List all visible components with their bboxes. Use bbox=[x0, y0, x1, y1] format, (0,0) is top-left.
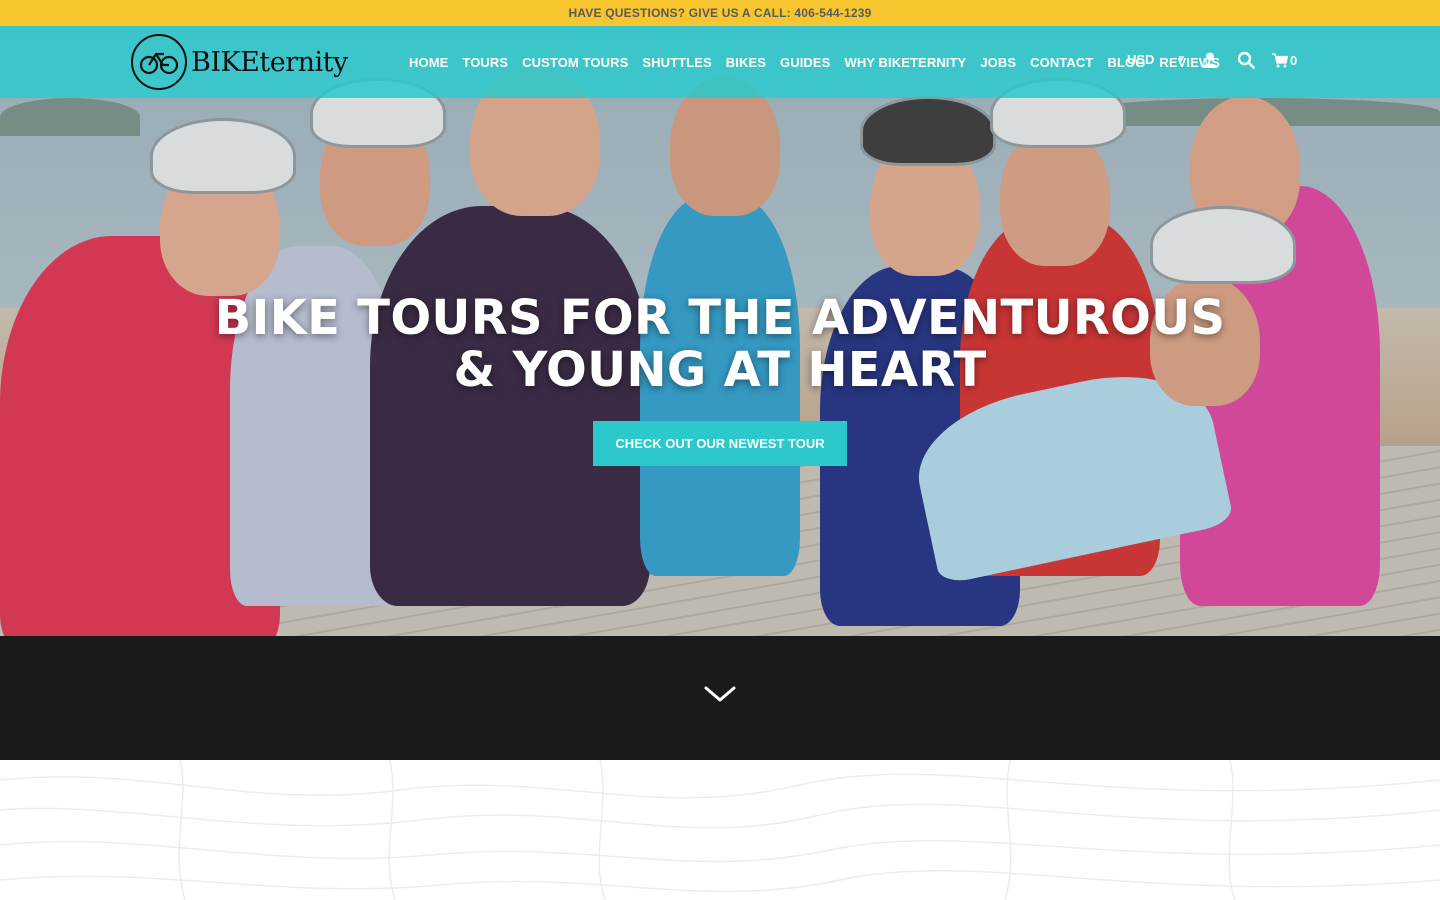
bicycle-logo-icon bbox=[131, 34, 187, 90]
nav-item-shuttles[interactable]: SHUTTLES bbox=[642, 55, 711, 70]
cart-count: 0 bbox=[1290, 52, 1298, 68]
currency-value: USD bbox=[1127, 52, 1155, 67]
search-icon[interactable] bbox=[1236, 50, 1256, 70]
scroll-down-chevron-icon[interactable] bbox=[702, 682, 738, 706]
hero-title: BIKE TOURS FOR THE ADVENTUROUS & YOUNG A… bbox=[0, 292, 1440, 396]
announcement-text: HAVE QUESTIONS? GIVE US A CALL: 406-544-… bbox=[568, 6, 872, 20]
site-logo[interactable]: BIKEternity bbox=[131, 34, 348, 90]
nav-item-bikes[interactable]: BIKES bbox=[726, 55, 766, 70]
announcement-bar: HAVE QUESTIONS? GIVE US A CALL: 406-544-… bbox=[0, 0, 1440, 26]
nav-item-custom-tours[interactable]: CUSTOM TOURS bbox=[522, 55, 628, 70]
nav-item-jobs[interactable]: JOBS bbox=[980, 55, 1016, 70]
currency-selector[interactable]: USD ▼ bbox=[1127, 52, 1186, 67]
topographic-section bbox=[0, 760, 1440, 900]
hero-title-line-1: BIKE TOURS FOR THE ADVENTUROUS bbox=[214, 290, 1226, 346]
logo-text: BIKEternity bbox=[191, 46, 348, 78]
main-nav: HOME TOURS CUSTOM TOURS SHUTTLES BIKES G… bbox=[402, 26, 1227, 98]
topographic-pattern bbox=[0, 760, 1440, 900]
nav-item-why-biketernity[interactable]: WHY BIKETERNITY bbox=[844, 55, 966, 70]
header-utilities: 0 bbox=[1200, 50, 1297, 70]
cart-button[interactable]: 0 bbox=[1272, 50, 1297, 70]
cart-icon bbox=[1272, 52, 1288, 67]
newest-tour-button[interactable]: CHECK OUT OUR NEWEST TOUR bbox=[593, 421, 847, 466]
nav-item-tours[interactable]: TOURS bbox=[462, 55, 508, 70]
nav-item-home[interactable]: HOME bbox=[409, 55, 448, 70]
user-icon[interactable] bbox=[1200, 50, 1220, 70]
nav-item-guides[interactable]: GUIDES bbox=[780, 55, 830, 70]
hero-title-line-2: & YOUNG AT HEART bbox=[453, 342, 987, 398]
nav-item-contact[interactable]: CONTACT bbox=[1030, 55, 1093, 70]
chevron-down-icon: ▼ bbox=[1176, 54, 1187, 65]
